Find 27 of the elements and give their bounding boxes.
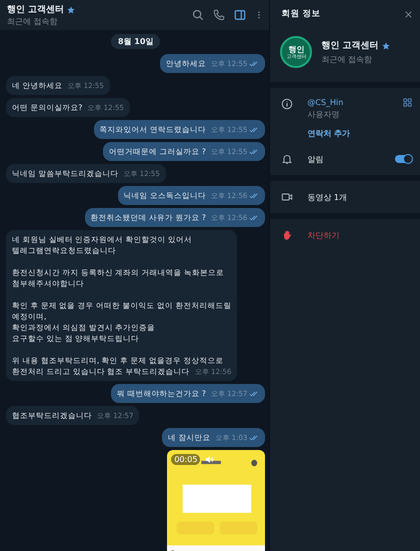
phone-icon[interactable] xyxy=(213,9,226,21)
info-icon xyxy=(281,98,294,110)
username[interactable]: @CS_Hin xyxy=(307,98,389,107)
star-icon xyxy=(67,6,76,14)
qr-code-icon[interactable] xyxy=(403,98,412,107)
username-label: 사용자명 xyxy=(307,109,340,120)
panel-title: 회원 정보 xyxy=(281,8,320,20)
date-chip: 8월 10일 xyxy=(110,34,160,49)
profile-status: 최근에 접속함 xyxy=(321,54,373,65)
avatar-text: 행인 xyxy=(288,44,304,54)
chat-title: 행인 고객센터 xyxy=(7,4,64,16)
close-icon[interactable] xyxy=(405,10,412,18)
search-icon[interactable] xyxy=(192,9,204,21)
video-icon xyxy=(281,191,294,203)
notifications-label: 알림 xyxy=(307,154,324,164)
chat-status: 최근에 접속함 xyxy=(7,16,59,27)
profile-name: 행인 고객센터 xyxy=(321,40,378,52)
star-icon xyxy=(382,42,390,50)
video-duration: 00:05 xyxy=(171,454,200,465)
hand-icon xyxy=(281,229,294,241)
add-contact-link[interactable]: 연락처 추가 xyxy=(270,126,420,147)
sidebar-icon[interactable] xyxy=(234,9,246,21)
bell-icon xyxy=(281,153,294,165)
media-count[interactable]: 동영상 1개 xyxy=(307,192,412,202)
block-button[interactable]: 차단하기 xyxy=(307,230,412,240)
notifications-toggle[interactable] xyxy=(395,155,412,163)
speaker-icon[interactable] xyxy=(205,455,214,464)
